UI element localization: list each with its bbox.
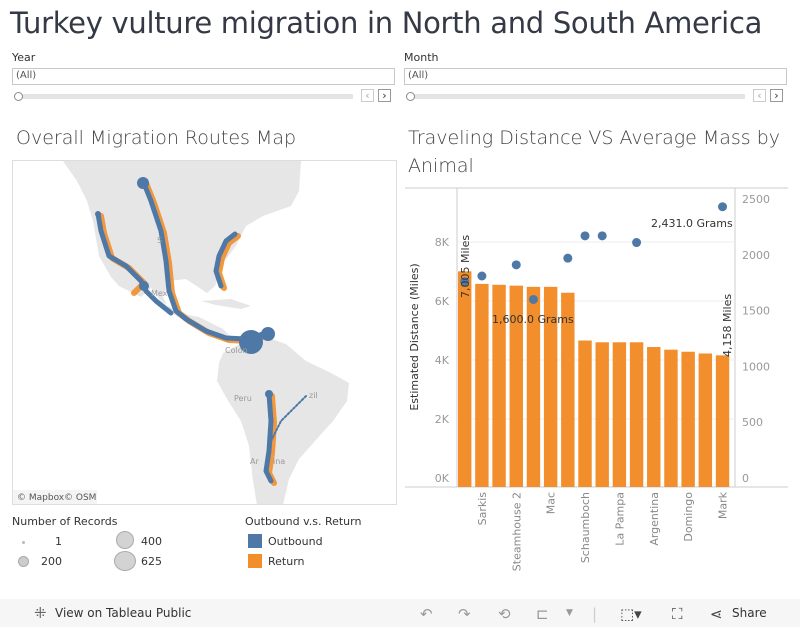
share-icon[interactable]: ⋖ — [710, 605, 723, 623]
x-category-label: Schaumboch — [579, 492, 592, 563]
annotation-max-distance: 7,005 Miles — [459, 235, 472, 298]
refresh-icon[interactable]: ⊏ — [536, 605, 549, 623]
bar — [629, 342, 644, 487]
bar — [647, 347, 661, 487]
undo-icon[interactable]: ↶ — [420, 605, 433, 623]
x-category-label: Sarkis — [476, 492, 489, 526]
x-category-label: Mac — [545, 492, 558, 514]
y-tick-label: 0K — [435, 472, 450, 485]
bar — [715, 355, 730, 487]
y2-tick-label: 2500 — [742, 193, 770, 206]
mass-point — [511, 260, 521, 270]
bar — [698, 353, 713, 487]
bar — [458, 271, 472, 487]
download-icon[interactable]: ⬚▾ — [620, 605, 642, 623]
mass-point — [477, 271, 487, 281]
mass-point — [597, 231, 607, 241]
x-category-label: Argentina — [648, 492, 661, 546]
y2-tick-label: 0 — [742, 472, 749, 485]
x-category-label: Domingo — [682, 492, 695, 542]
revert-icon[interactable]: ⟲ — [498, 605, 511, 623]
bar — [612, 342, 627, 487]
toolbar-divider: | — [592, 605, 598, 623]
mass-point — [528, 294, 538, 304]
annotation-min-distance: 4,158 Miles — [721, 294, 734, 357]
tableau-logo-icon: ⁜ — [34, 604, 47, 622]
bottom-toolbar: ⁜ View on Tableau Public ↶ ↷ ⟲ ⊏ ▼ | ⬚▾ … — [0, 599, 800, 627]
bar — [664, 349, 678, 487]
x-category-label: La Pampa — [613, 492, 626, 546]
y2-tick-label: 2000 — [742, 249, 770, 262]
x-category-label: Steamhouse 2 — [510, 492, 523, 571]
fullscreen-icon[interactable]: ⛶ — [672, 605, 683, 623]
bar — [475, 283, 489, 487]
mass-point — [580, 231, 590, 241]
y-tick-label: 8K — [435, 236, 450, 249]
bar — [578, 340, 592, 487]
y2-tick-label: 1500 — [742, 305, 770, 318]
mass-point — [632, 238, 642, 248]
bar — [681, 351, 695, 487]
y-axis-title: Estimated Distance (Miles) — [408, 263, 421, 410]
distance-mass-chart: 0K 2K 4K 6K 8K 0 500 1000 1500 2000 2500 Sarkis Stea… — [405, 187, 788, 571]
bar — [595, 342, 609, 487]
x-category-label: Mark — [717, 491, 730, 519]
redo-icon[interactable]: ↷ — [458, 605, 471, 623]
y2-tick-label: 1000 — [742, 360, 770, 373]
refresh-dropdown-icon[interactable]: ▼ — [566, 608, 573, 618]
annotation-max-mass: 2,431.0 Grams — [651, 217, 733, 230]
annotation-min-mass: 1,600.0 Grams — [492, 313, 574, 326]
y-tick-label: 4K — [435, 354, 450, 367]
mass-point — [563, 253, 573, 263]
mass-point — [718, 202, 728, 212]
y2-tick-label: 500 — [742, 416, 763, 429]
view-on-tableau-public-link[interactable]: View on Tableau Public — [55, 606, 191, 620]
share-button[interactable]: Share — [732, 606, 767, 620]
y-tick-label: 6K — [435, 295, 450, 308]
y-tick-label: 2K — [435, 413, 450, 426]
